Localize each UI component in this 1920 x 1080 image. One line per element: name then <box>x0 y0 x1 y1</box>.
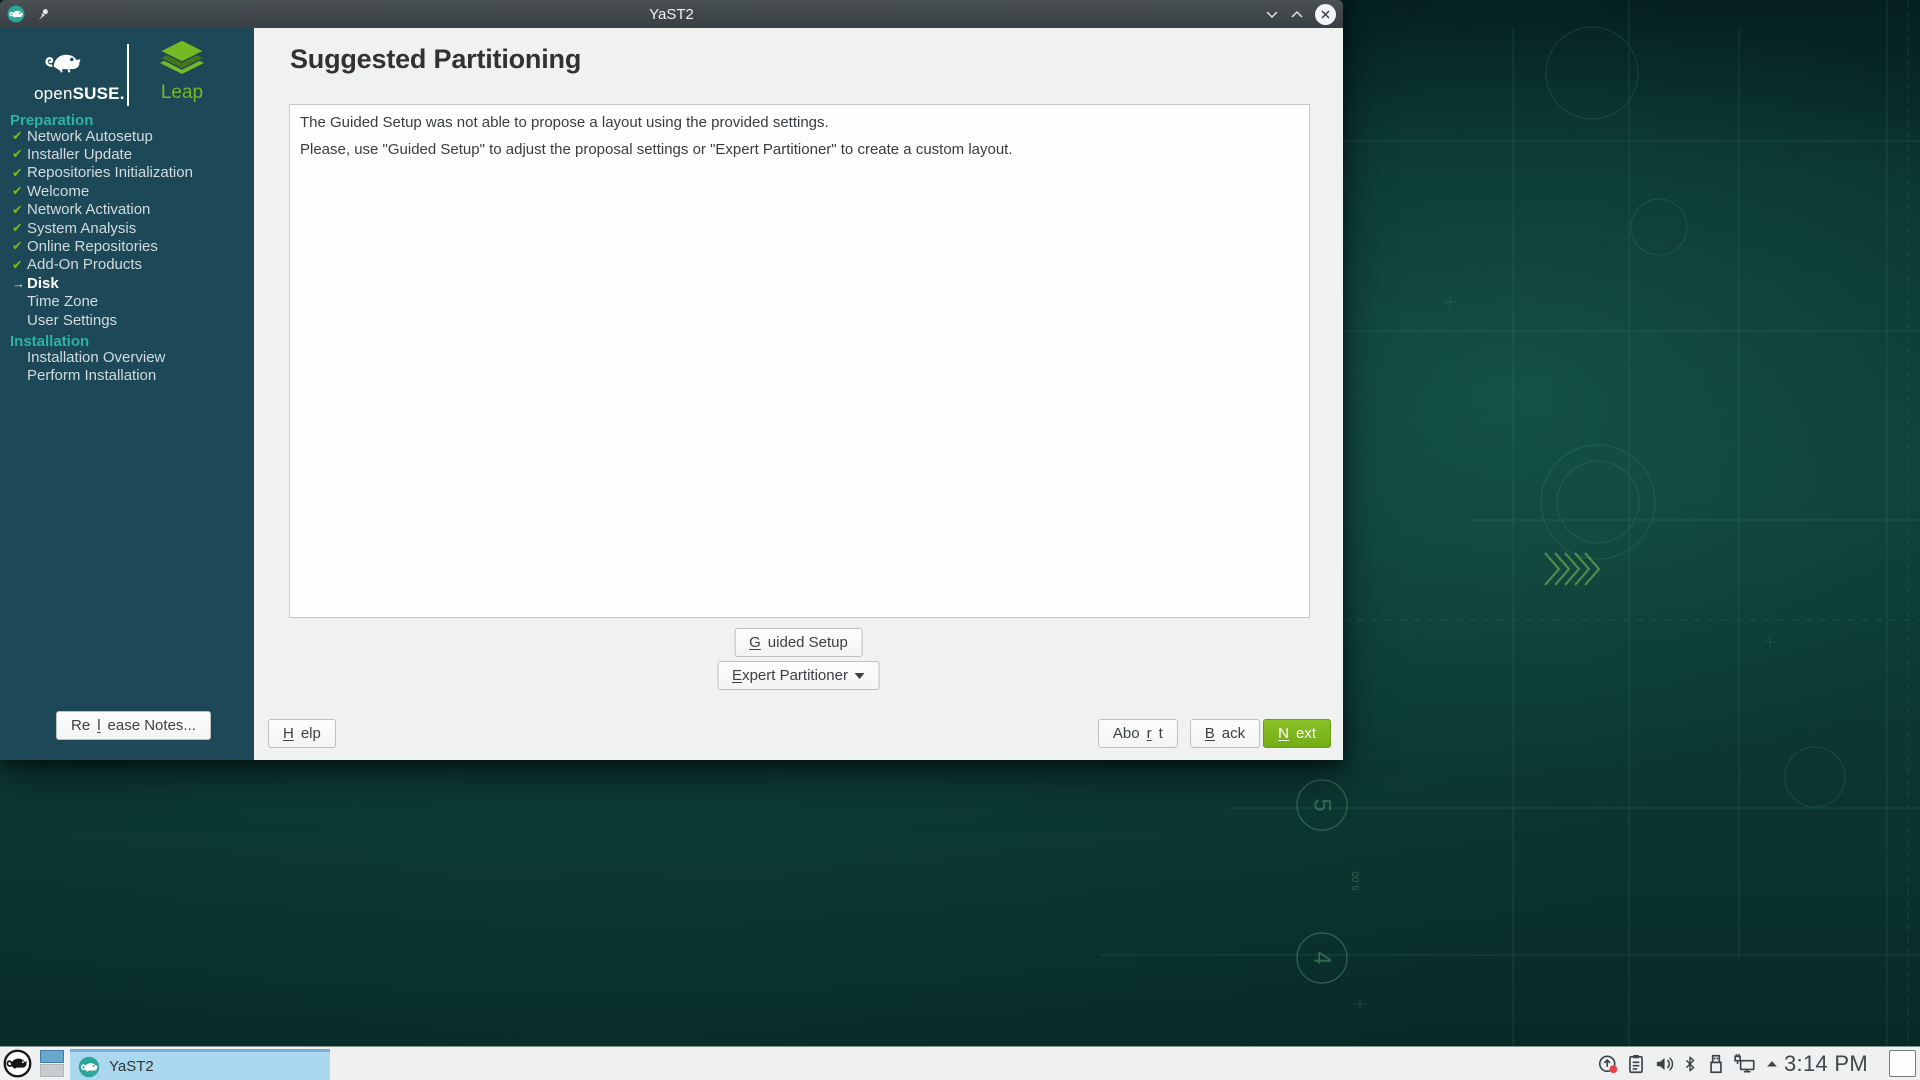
system-tray <box>1597 1047 1781 1080</box>
launcher-opensuse-icon[interactable] <box>3 1049 32 1078</box>
check-icon <box>12 240 27 253</box>
step-time-zone: Time Zone <box>0 293 254 311</box>
desktop: 5 4 5.00 <box>0 0 1920 1080</box>
check-icon <box>12 130 27 143</box>
check-icon <box>12 259 27 272</box>
message-line: The Guided Setup was not able to propose… <box>290 114 1309 131</box>
branding: openSUSE. Leap <box>0 36 254 116</box>
opensuse-wordmark: openSUSE. <box>34 84 120 104</box>
check-icon <box>12 222 27 235</box>
brand-divider <box>127 44 129 106</box>
volume-icon[interactable] <box>1653 1053 1675 1075</box>
step-network-autosetup: Network Autosetup <box>0 127 254 145</box>
abort-button[interactable]: Abort <box>1098 719 1178 748</box>
chevron-down-icon <box>855 673 865 679</box>
step-installation-overview: Installation Overview <box>0 348 254 366</box>
step-disk: Disk <box>0 274 254 292</box>
installer-steps: Preparation Network Autosetup Installer … <box>0 108 254 385</box>
bluetooth-icon[interactable] <box>1681 1053 1699 1075</box>
taskbar-task-yast2[interactable]: YaST2 <box>70 1049 330 1080</box>
current-arrow-icon <box>12 277 27 291</box>
pager-desktop-2[interactable] <box>40 1064 64 1077</box>
page-title: Suggested Partitioning <box>290 44 581 75</box>
maximize-icon[interactable] <box>1290 10 1304 19</box>
expand-tray-icon[interactable] <box>1763 1055 1781 1073</box>
check-icon <box>12 148 27 161</box>
section-installation: Installation <box>0 329 254 348</box>
yast2-window: YaST2 <box>0 0 1343 760</box>
svg-text:5: 5 <box>1309 798 1336 811</box>
svg-text:4: 4 <box>1309 951 1336 964</box>
step-perform-installation: Perform Installation <box>0 367 254 385</box>
yast-chameleon-icon <box>78 1056 100 1078</box>
guided-setup-button[interactable]: Guided Setup <box>734 628 863 657</box>
clipboard-icon[interactable] <box>1625 1053 1647 1075</box>
step-add-on-products: Add-On Products <box>0 256 254 274</box>
network-icon[interactable] <box>1733 1053 1757 1075</box>
leap-logo: Leap <box>150 40 214 104</box>
titlebar[interactable]: YaST2 <box>0 0 1343 28</box>
next-button[interactable]: Next <box>1263 719 1331 748</box>
taskbar: YaST2 <box>0 1046 1920 1080</box>
leap-wordmark: Leap <box>150 82 214 104</box>
step-network-activation: Network Activation <box>0 201 254 219</box>
task-label: YaST2 <box>109 1058 154 1075</box>
taskbar-clock[interactable]: 3:14 PM <box>1784 1047 1868 1080</box>
installer-sidebar: openSUSE. Leap Preparation Network <box>0 28 254 760</box>
step-installer-update: Installer Update <box>0 145 254 163</box>
check-icon <box>12 204 27 217</box>
back-button[interactable]: Back <box>1190 719 1260 748</box>
section-preparation: Preparation <box>0 108 254 127</box>
leap-diamond-icon <box>159 40 205 76</box>
virtual-desktop-pager[interactable] <box>40 1050 64 1077</box>
step-welcome: Welcome <box>0 182 254 200</box>
opensuse-chameleon-icon <box>38 40 116 78</box>
expert-partitioner-button[interactable]: Expert Partitioner <box>717 661 880 690</box>
close-icon[interactable] <box>1315 4 1336 25</box>
wizard-footer-buttons: Abort Back Next <box>1098 719 1331 748</box>
opensuse-logo: openSUSE. <box>34 40 120 104</box>
wizard-content: Suggested Partitioning The Guided Setup … <box>254 28 1343 760</box>
pager-desktop-1[interactable] <box>40 1050 64 1063</box>
message-line: Please, use "Guided Setup" to adjust the… <box>290 141 1309 158</box>
usb-device-icon[interactable] <box>1705 1053 1727 1075</box>
svg-text:5.00: 5.00 <box>1351 871 1362 891</box>
step-system-analysis: System Analysis <box>0 219 254 237</box>
software-updates-icon[interactable] <box>1597 1053 1619 1075</box>
proposal-message-box: The Guided Setup was not able to propose… <box>289 104 1310 618</box>
step-repositories-initialization: Repositories Initialization <box>0 164 254 182</box>
show-desktop-button[interactable] <box>1889 1050 1916 1077</box>
window-title: YaST2 <box>0 6 1343 23</box>
release-notes-button[interactable]: Release Notes... <box>56 711 211 740</box>
check-icon <box>12 185 27 198</box>
check-icon <box>12 167 27 180</box>
step-online-repositories: Online Repositories <box>0 237 254 255</box>
help-button[interactable]: Help <box>268 719 336 748</box>
minimize-icon[interactable] <box>1265 10 1279 19</box>
step-user-settings: User Settings <box>0 311 254 329</box>
